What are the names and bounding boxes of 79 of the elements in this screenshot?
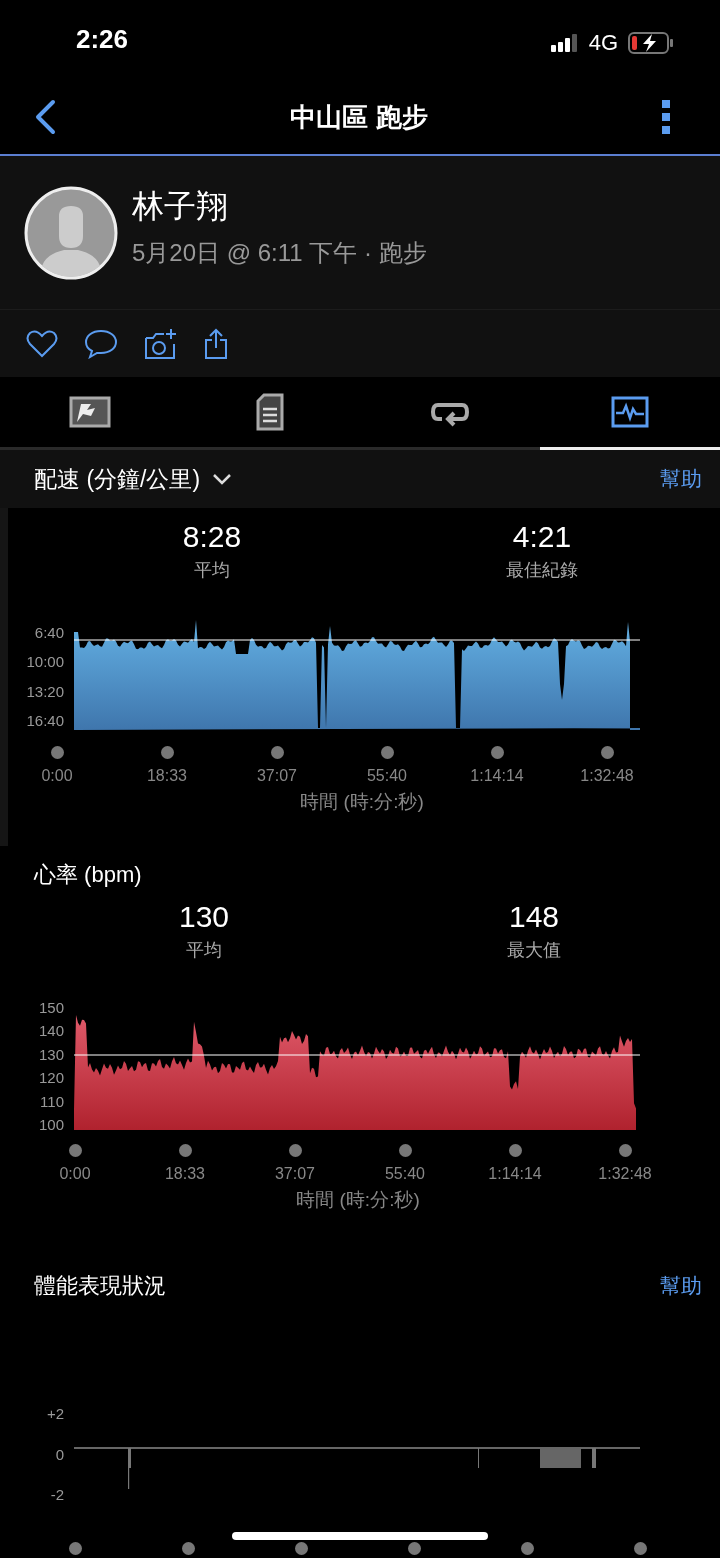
axis-tick-label: 100 [38,1116,64,1132]
heart-icon[interactable] [26,329,58,358]
section-title: 心率 (bpm) [34,861,143,889]
axis-tick-label: 150 [38,1000,64,1015]
avatar-icon [24,185,118,280]
activity-subtitle: 5月20日 @ 6:11 下午 · 跑步 [132,237,427,268]
timeline-dot[interactable] [380,746,394,759]
axis-title: 時間 (時:分:秒) [299,790,425,814]
share-icon[interactable] [204,327,228,360]
timeline-dot[interactable] [178,1144,192,1157]
stat-label: 平均 [186,939,222,962]
timeline-dot[interactable] [288,1144,302,1157]
timeline-dot[interactable] [490,746,504,759]
more-icon[interactable] [662,100,670,134]
timeline-dot[interactable] [634,1542,647,1555]
timeline-dot[interactable] [270,746,284,759]
section-title: 體能表現狀況 [34,1272,166,1300]
axis-tick-label: 55:40 [366,767,407,785]
axis-tick-label: 16:40 [26,713,64,728]
axis-tick-label: 110 [40,1093,64,1109]
network-label: 4G [588,30,618,56]
performance-bar [540,1448,581,1468]
stat-value: 4:21 [512,520,572,554]
axis-tick-label: 13:20 [26,683,64,699]
help-link[interactable]: 幫助 [660,465,702,493]
axis-tick-label: 0:00 [59,1165,91,1183]
athlete-name: 林子翔 [132,186,229,226]
axis-tick-label: 37:07 [274,1165,315,1183]
metric-selector[interactable]: 配速 (分鐘/公里) [34,463,201,495]
axis-tick-label: 18:33 [146,767,187,785]
axis-tick-label: 140 [38,1023,64,1039]
timeline-dot[interactable] [600,746,614,759]
signal-icon [550,34,579,52]
map-icon [69,396,111,428]
axis-title: 時間 (時:分:秒) [295,1188,421,1212]
axis-tick-label: +2 [46,1406,64,1421]
timeline-dot[interactable] [521,1542,534,1555]
axis-tick-label: 0 [55,1446,64,1462]
battery-icon [628,32,674,54]
axis-tick-label: 130 [38,1046,64,1062]
timeline-dot[interactable] [50,746,64,759]
stat-value: 148 [508,900,560,934]
axis-tick-label: 55:40 [384,1165,425,1183]
timeline-dot[interactable] [160,746,174,759]
timeline-dot[interactable] [182,1542,195,1555]
stat-value: 130 [178,900,230,934]
performance-bar [128,1448,131,1489]
comment-icon[interactable] [84,328,118,359]
axis-tick-label: 1:14:14 [488,1165,542,1183]
timeline-dot[interactable] [618,1144,632,1157]
axis-tick-label: 1:32:48 [598,1165,652,1183]
screen-title: 中山區 跑步 [290,100,428,134]
back-icon[interactable] [34,99,56,135]
axis-tick-label: 6:40 [34,625,64,640]
timeline-dot[interactable] [398,1144,412,1157]
performance-bar [592,1448,596,1468]
stat-label: 平均 [194,559,230,582]
axis-tick-label: 120 [38,1070,64,1086]
stat-label: 最大值 [507,939,561,962]
document-icon [256,393,284,431]
timeline-dot[interactable] [508,1144,522,1157]
timeline-dot[interactable] [408,1542,421,1555]
axis-tick-label: 37:07 [256,767,297,785]
axis-tick-label: 1:14:14 [470,767,524,785]
axis-tick-label: 0:00 [41,767,73,785]
timeline-dot[interactable] [295,1542,308,1555]
axis-tick-label: 10:00 [26,654,64,670]
axis-tick-label: 1:32:48 [580,767,634,785]
add-photo-icon[interactable] [144,327,178,360]
timeline-dot[interactable] [69,1542,82,1555]
chevron-down-icon[interactable] [212,473,233,485]
axis-tick-label: -2 [50,1487,64,1502]
timeline-dot[interactable] [68,1144,82,1157]
chart-icon [611,396,649,428]
help-link[interactable]: 幫助 [660,1272,702,1300]
axis-tick-label: 18:33 [164,1165,205,1183]
status-time: 2:26 [76,24,129,55]
stat-label: 最佳紀錄 [506,559,578,582]
stat-value: 8:28 [182,520,242,554]
